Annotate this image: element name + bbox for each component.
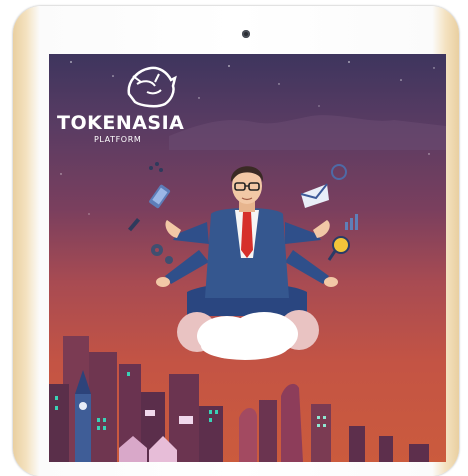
brand-name: TOKENASIA [57,112,185,134]
envelope-icon [300,183,329,208]
brand-logo: TOKENASIA PLATFORM [57,64,187,154]
dots-icon [149,162,163,172]
camera-icon [242,30,250,38]
cloud-seat [177,310,319,360]
magnifier-icon [327,236,350,261]
lion-head-icon [127,66,177,108]
smartphone-icon [149,184,171,209]
bar-chart-icon [345,214,358,230]
mountain-silhouette [169,115,446,150]
pencil-icon [128,218,141,232]
brand-subtitle: PLATFORM [94,135,142,144]
businessman-figure [156,166,338,316]
chat-icon [331,164,347,180]
tablet-frame: TOKENASIA PLATFORM [13,6,459,476]
app-screen: TOKENASIA PLATFORM [49,54,446,462]
gear-icon [151,244,173,264]
